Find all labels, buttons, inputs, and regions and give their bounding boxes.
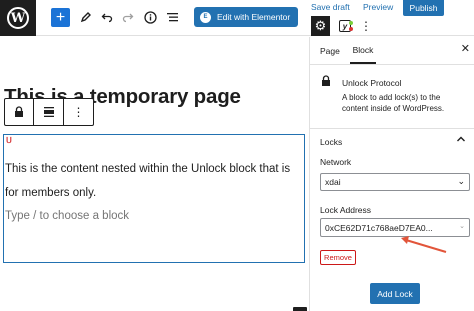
lock-icon	[15, 106, 23, 117]
block-placeholder[interactable]: Type / to choose a block	[5, 210, 129, 222]
block-title: Unlock Protocol	[342, 78, 402, 88]
edit-with-elementor-label: Edit with Elementor	[217, 12, 291, 22]
editor-top-bar: W + E Edit with Elementor Save draft Pre…	[0, 0, 474, 36]
publish-button[interactable]: Publish	[403, 0, 444, 16]
add-lock-button[interactable]: Add Lock	[370, 283, 420, 304]
block-card: Unlock Protocol A block to add lock(s) t…	[310, 65, 474, 129]
unlock-protocol-block[interactable]: ᑌ This is the content nested within the …	[3, 134, 307, 311]
edit-with-elementor-button[interactable]: E Edit with Elementor	[194, 7, 298, 27]
gear-icon: ⚙	[314, 18, 327, 33]
unlock-protocol-icon: ᑌ	[6, 136, 12, 145]
block-options-button[interactable]: ⋮	[64, 99, 93, 125]
chevron-down-icon: ⌄	[457, 176, 465, 186]
lock-address-value: 0xCE62D71c768aeD7EA0...	[325, 222, 433, 233]
settings-gear-button[interactable]: ⚙	[311, 16, 330, 36]
network-label: Network	[320, 157, 352, 167]
locks-panel-title[interactable]: Locks	[320, 137, 342, 147]
wordpress-logo-button[interactable]: W	[0, 0, 36, 36]
lock-address-field[interactable]: 0xCE62D71c768aeD7EA0... ⌄	[320, 218, 470, 237]
add-block-button[interactable]: +	[51, 8, 70, 27]
block-description: A block to add lock(s) to the content in…	[342, 93, 445, 113]
list-view-icon[interactable]	[163, 8, 181, 26]
elementor-icon: E	[200, 11, 211, 23]
tab-block[interactable]: Block	[350, 37, 376, 64]
remove-lock-button[interactable]: Remove	[320, 250, 356, 265]
save-draft-button[interactable]: Save draft	[311, 2, 350, 12]
block-inserter-button[interactable]: +	[293, 307, 307, 311]
dropdown-caret-icon: ⌄	[459, 223, 465, 230]
more-vertical-icon: ⋮	[72, 105, 85, 119]
yoast-status-dot-red	[349, 27, 353, 31]
preview-button[interactable]: Preview	[363, 2, 393, 12]
sidebar-tabs: Page Block ✕	[310, 37, 474, 65]
editor-canvas: This is a temporary page ⋮ ᑌ This is the…	[0, 37, 309, 311]
chevron-up-icon[interactable]	[456, 135, 466, 146]
lock-block-button[interactable]	[5, 99, 34, 125]
align-button[interactable]	[34, 99, 64, 125]
info-icon[interactable]	[141, 8, 159, 26]
pencil-tools-icon[interactable]	[77, 8, 95, 26]
more-options-icon[interactable]: ⋮	[360, 17, 372, 35]
yoast-status-dot-green	[349, 21, 353, 25]
close-icon[interactable]: ✕	[461, 42, 470, 55]
tab-page[interactable]: Page	[320, 37, 340, 64]
align-icon	[43, 107, 54, 117]
yoast-seo-button[interactable]: y	[336, 17, 354, 35]
lock-address-label: Lock Address	[320, 205, 372, 215]
network-value: xdai	[325, 177, 341, 187]
undo-icon[interactable]	[98, 8, 116, 26]
settings-sidebar: Page Block ✕ Unlock Protocol A block to …	[309, 37, 474, 311]
block-toolbar: ⋮	[4, 98, 94, 126]
redo-icon[interactable]	[119, 8, 137, 26]
lock-icon	[321, 75, 331, 90]
network-select[interactable]: xdai ⌄	[320, 173, 470, 191]
wordpress-icon: W	[7, 7, 29, 29]
members-only-paragraph[interactable]: This is the content nested within the Un…	[5, 157, 303, 205]
